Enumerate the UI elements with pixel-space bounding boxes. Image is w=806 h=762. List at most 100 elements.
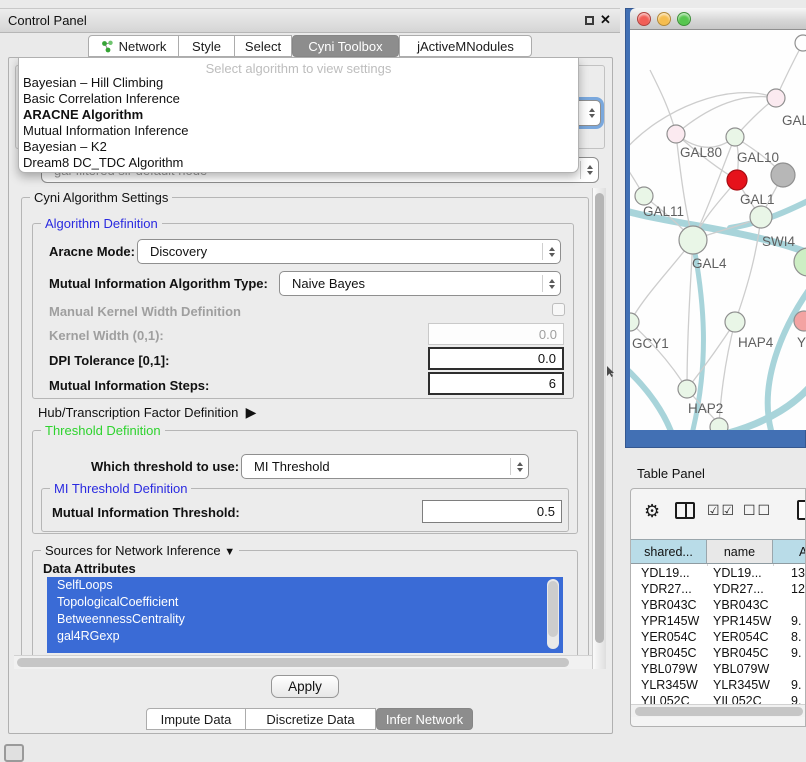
node-partial-top[interactable] (795, 35, 806, 51)
dropdown-item[interactable]: Basic Correlation Inference (22, 91, 180, 107)
table-row[interactable]: YBR043CYBR043C (631, 598, 806, 614)
network-canvas[interactable]: GAL GAL80 GAL10 GAL1 GAL11 SWI4 GAL4 GCY… (630, 30, 806, 430)
cell-shared-name: YBR045C (641, 646, 697, 660)
tab-label: Style (192, 39, 221, 54)
settings-vscrollbar[interactable] (592, 188, 606, 669)
column-header-name[interactable]: name (707, 539, 773, 564)
tab-discretize-data[interactable]: Discretize Data (245, 708, 376, 730)
table-row[interactable]: YLR345WYLR345W9. (631, 678, 806, 694)
stepper-icon (549, 247, 555, 257)
table-row[interactable]: YBL079WYBL079W (631, 662, 806, 678)
close-icon[interactable]: ✕ (600, 12, 611, 28)
tab-infer-network[interactable]: Infer Network (376, 708, 473, 730)
table-hscrollbar[interactable] (631, 704, 806, 717)
floating-panel-dock-icon[interactable] (4, 744, 24, 762)
which-threshold-combo[interactable]: MI Threshold (241, 454, 529, 479)
tab-label: Select (245, 39, 281, 54)
list-scrollbar-thumb[interactable] (548, 581, 558, 637)
data-attributes-label: Data Attributes (43, 561, 136, 576)
combo-divider (542, 275, 543, 292)
dpi-tolerance-field[interactable]: 0.0 (428, 347, 564, 370)
tab-label: Infer Network (386, 712, 463, 727)
tab-style[interactable]: Style (178, 35, 235, 57)
minimize-traffic-light[interactable] (657, 12, 671, 26)
table-row[interactable]: YIL052CYIL052C9. (631, 694, 806, 704)
chevron-down-icon[interactable]: ▼ (224, 546, 235, 558)
table-hscrollbar-thumb[interactable] (635, 707, 803, 716)
settings-hscrollbar-thumb[interactable] (17, 658, 569, 667)
unchecked-columns-icon[interactable]: ☐☐ (743, 502, 772, 519)
gear-icon[interactable]: ⚙ (644, 501, 660, 522)
table-row[interactable]: YER054CYER054C8. (631, 630, 806, 646)
node-label: Y (797, 335, 806, 350)
dropdown-item[interactable]: Bayesian – K2 (22, 139, 107, 155)
node-swi4[interactable] (794, 248, 806, 276)
column-layout-icon[interactable] (675, 502, 695, 519)
hub-definition-label: Hub/Transcription Factor Definition (38, 405, 238, 420)
cell-value: 13 (791, 566, 805, 580)
node-gray[interactable] (771, 163, 795, 187)
mi-threshold-definition-group: MI Threshold Definition Mutual Informati… (41, 488, 569, 532)
list-item[interactable]: BetweennessCentrality (47, 611, 563, 628)
dropdown-item-selected[interactable]: ARACNE Algorithm (22, 107, 143, 123)
node-hap2[interactable] (678, 380, 696, 398)
tab-network[interactable]: Network (88, 35, 179, 57)
node-hap4[interactable] (725, 312, 745, 332)
new-table-icon[interactable] (797, 500, 806, 520)
list-item[interactable]: TopologicalCoefficient (47, 594, 563, 611)
node-gcy1[interactable] (630, 313, 639, 331)
node-gal11[interactable] (635, 187, 653, 205)
table-row[interactable]: YBR045CYBR045C9. (631, 646, 806, 662)
stepper-icon (549, 279, 555, 289)
mi-type-combo[interactable]: Naive Bayes (279, 271, 561, 296)
tab-impute-data[interactable]: Impute Data (146, 708, 246, 730)
checked-columns-icon[interactable]: ☑☑ (707, 502, 736, 519)
data-attributes-list: SelfLoops TopologicalCoefficient Between… (47, 577, 563, 653)
column-header-label: A (799, 545, 806, 559)
tab-cyni-toolbox[interactable]: Cyni Toolbox (292, 35, 399, 57)
node-mid-green[interactable] (750, 206, 772, 228)
mi-threshold-field[interactable]: 0.5 (422, 500, 562, 523)
tab-label: Network (119, 39, 167, 54)
apply-button-label: Apply (288, 679, 322, 694)
cell-shared-name: YDR27... (641, 582, 692, 596)
network-window-frame: GAL GAL80 GAL10 GAL1 GAL11 SWI4 GAL4 GCY… (625, 8, 806, 448)
column-header-partial[interactable]: A (773, 539, 806, 564)
dropdown-item[interactable]: Bayesian – Hill Climbing (22, 75, 163, 91)
dropdown-item[interactable]: Dream8 DC_TDC Algorithm (22, 155, 183, 171)
node-partial-bottom[interactable] (710, 418, 728, 430)
table-row[interactable]: YDL19...YDL19...13 (631, 566, 806, 582)
apply-button[interactable]: Apply (271, 675, 339, 698)
tab-select[interactable]: Select (234, 35, 292, 57)
float-panel-icon[interactable] (585, 16, 594, 25)
node-gal80[interactable] (667, 125, 685, 143)
mi-threshold-value: 0.5 (537, 504, 555, 519)
mi-steps-field[interactable]: 6 (428, 372, 564, 395)
kernel-width-field[interactable]: 0.0 (428, 323, 564, 345)
settings-vscrollbar-thumb[interactable] (595, 193, 604, 643)
zoom-traffic-light[interactable] (677, 12, 691, 26)
settings-hscrollbar[interactable] (14, 655, 592, 669)
dropdown-item[interactable]: Mutual Information Inference (22, 123, 188, 139)
list-item[interactable]: gal4RGexp (47, 628, 563, 645)
list-scrollbar[interactable] (547, 579, 559, 649)
cell-shared-name: YIL052C (641, 694, 690, 704)
close-traffic-light[interactable] (637, 12, 651, 26)
node-label: GAL (782, 113, 806, 128)
kernel-width-label: Kernel Width (0,1): (49, 328, 164, 343)
algorithm-definition-group: Algorithm Definition Aracne Mode: Discov… (32, 223, 574, 399)
list-item[interactable]: SelfLoops (47, 577, 563, 594)
node-gal4[interactable] (679, 226, 707, 254)
node-labels: GAL GAL80 GAL10 GAL1 GAL11 SWI4 GAL4 GCY… (632, 113, 806, 416)
manual-kernel-checkbox[interactable] (552, 303, 565, 316)
aracne-mode-combo[interactable]: Discovery (137, 239, 561, 264)
node-gal10[interactable] (726, 128, 744, 146)
table-row[interactable]: YPR145WYPR145W9. (631, 614, 806, 630)
kernel-width-value: 0.0 (539, 327, 557, 342)
node-gal1-red[interactable] (727, 170, 747, 190)
tab-jactivemnodules[interactable]: jActiveMNodules (399, 35, 532, 57)
node-gal2[interactable] (767, 89, 785, 107)
hub-definition-toggle[interactable]: Hub/Transcription Factor Definition ▶ (38, 404, 256, 421)
table-row[interactable]: YDR27...YDR27...12 (631, 582, 806, 598)
column-header-shared-name[interactable]: shared... (631, 539, 707, 564)
